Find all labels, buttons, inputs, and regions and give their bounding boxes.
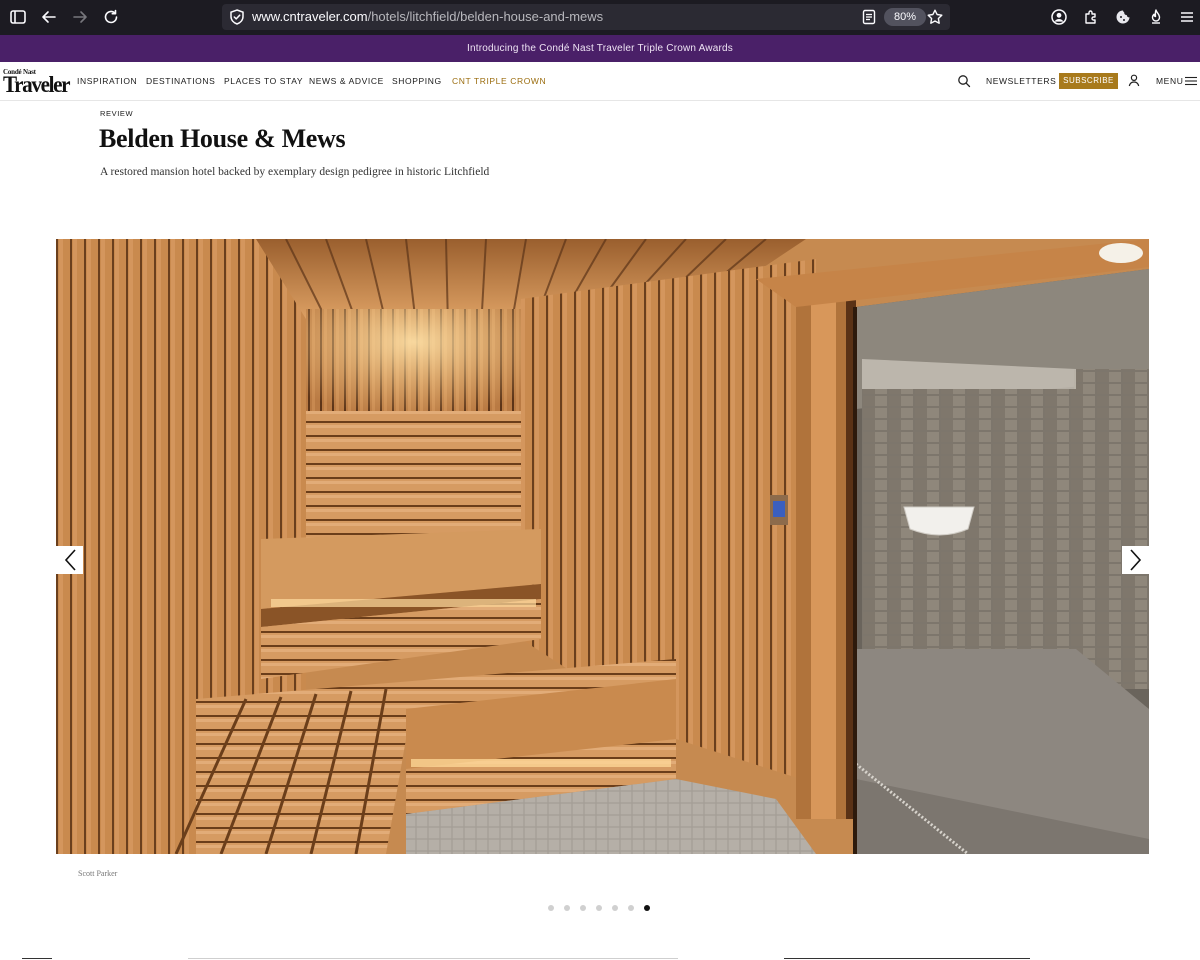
forward-arrow-icon[interactable] xyxy=(70,7,90,27)
search-icon[interactable] xyxy=(957,74,971,88)
zoom-level-button[interactable]: 80% xyxy=(884,8,926,26)
shield-icon[interactable] xyxy=(228,8,246,26)
chevron-right-icon xyxy=(1129,549,1141,571)
addon-cookie-icon[interactable] xyxy=(1113,7,1133,27)
photo-credit: Scott Parker xyxy=(78,869,118,878)
url-text[interactable]: www.cntraveler.com/hotels/litchfield/bel… xyxy=(252,9,603,24)
gallery-dot-7[interactable] xyxy=(644,905,650,911)
extensions-icon[interactable] xyxy=(1081,7,1101,27)
divider xyxy=(188,958,678,959)
gallery-dot-5[interactable] xyxy=(612,905,618,911)
gallery-pagination xyxy=(548,903,650,913)
address-bar[interactable]: www.cntraveler.com/hotels/litchfield/bel… xyxy=(222,4,950,30)
review-tag[interactable]: REVIEW xyxy=(100,109,133,118)
hamburger-icon[interactable] xyxy=(1185,75,1197,87)
sauna-photo xyxy=(56,239,1149,854)
url-path: /hotels/litchfield/belden-house-and-mews xyxy=(367,9,604,24)
account-icon[interactable] xyxy=(1049,7,1069,27)
newsletters-link[interactable]: NEWSLETTERS xyxy=(986,76,1056,86)
reader-view-icon[interactable] xyxy=(860,8,878,26)
page-title: Belden House & Mews xyxy=(99,124,346,153)
fire-icon[interactable] xyxy=(1146,7,1166,27)
promo-banner[interactable]: Introducing the Condé Nast Traveler Trip… xyxy=(0,35,1200,62)
nav-inspiration[interactable]: INSPIRATION xyxy=(77,76,137,86)
user-icon[interactable] xyxy=(1127,73,1141,87)
url-host: www.cntraveler.com xyxy=(252,9,368,24)
reload-icon[interactable] xyxy=(101,7,121,27)
divider xyxy=(784,958,1030,959)
gallery-prev-button[interactable] xyxy=(56,546,83,574)
gallery-image[interactable] xyxy=(56,239,1149,854)
chevron-left-icon xyxy=(64,549,76,571)
app-menu-icon[interactable] xyxy=(1177,7,1197,27)
site-logo[interactable]: Condé Nast Traveler xyxy=(3,68,70,98)
site-header: Condé Nast Traveler INSPIRATION DESTINAT… xyxy=(0,62,1200,101)
article-dek: A restored mansion hotel backed by exemp… xyxy=(100,166,490,178)
back-arrow-icon[interactable] xyxy=(39,7,59,27)
bookmark-star-icon[interactable] xyxy=(926,8,944,26)
divider xyxy=(22,958,52,959)
gallery-dot-2[interactable] xyxy=(564,905,570,911)
browser-toolbar: www.cntraveler.com/hotels/litchfield/bel… xyxy=(0,0,1200,35)
gallery-dot-1[interactable] xyxy=(548,905,554,911)
subscribe-button[interactable]: SUBSCRIBE xyxy=(1059,73,1118,89)
gallery-dot-6[interactable] xyxy=(628,905,634,911)
nav-news-advice[interactable]: NEWS & ADVICE xyxy=(309,76,384,86)
logo-wordmark: Traveler xyxy=(3,72,70,97)
nav-cnt-triple-crown[interactable]: CNT TRIPLE CROWN xyxy=(452,76,546,86)
nav-places-to-stay[interactable]: PLACES TO STAY xyxy=(224,76,303,86)
nav-destinations[interactable]: DESTINATIONS xyxy=(146,76,215,86)
gallery-dot-4[interactable] xyxy=(596,905,602,911)
menu-button[interactable]: MENU xyxy=(1156,76,1183,86)
gallery-dot-3[interactable] xyxy=(580,905,586,911)
sidebar-toggle-icon[interactable] xyxy=(8,7,28,27)
nav-shopping[interactable]: SHOPPING xyxy=(392,76,442,86)
gallery-next-button[interactable] xyxy=(1122,546,1149,574)
